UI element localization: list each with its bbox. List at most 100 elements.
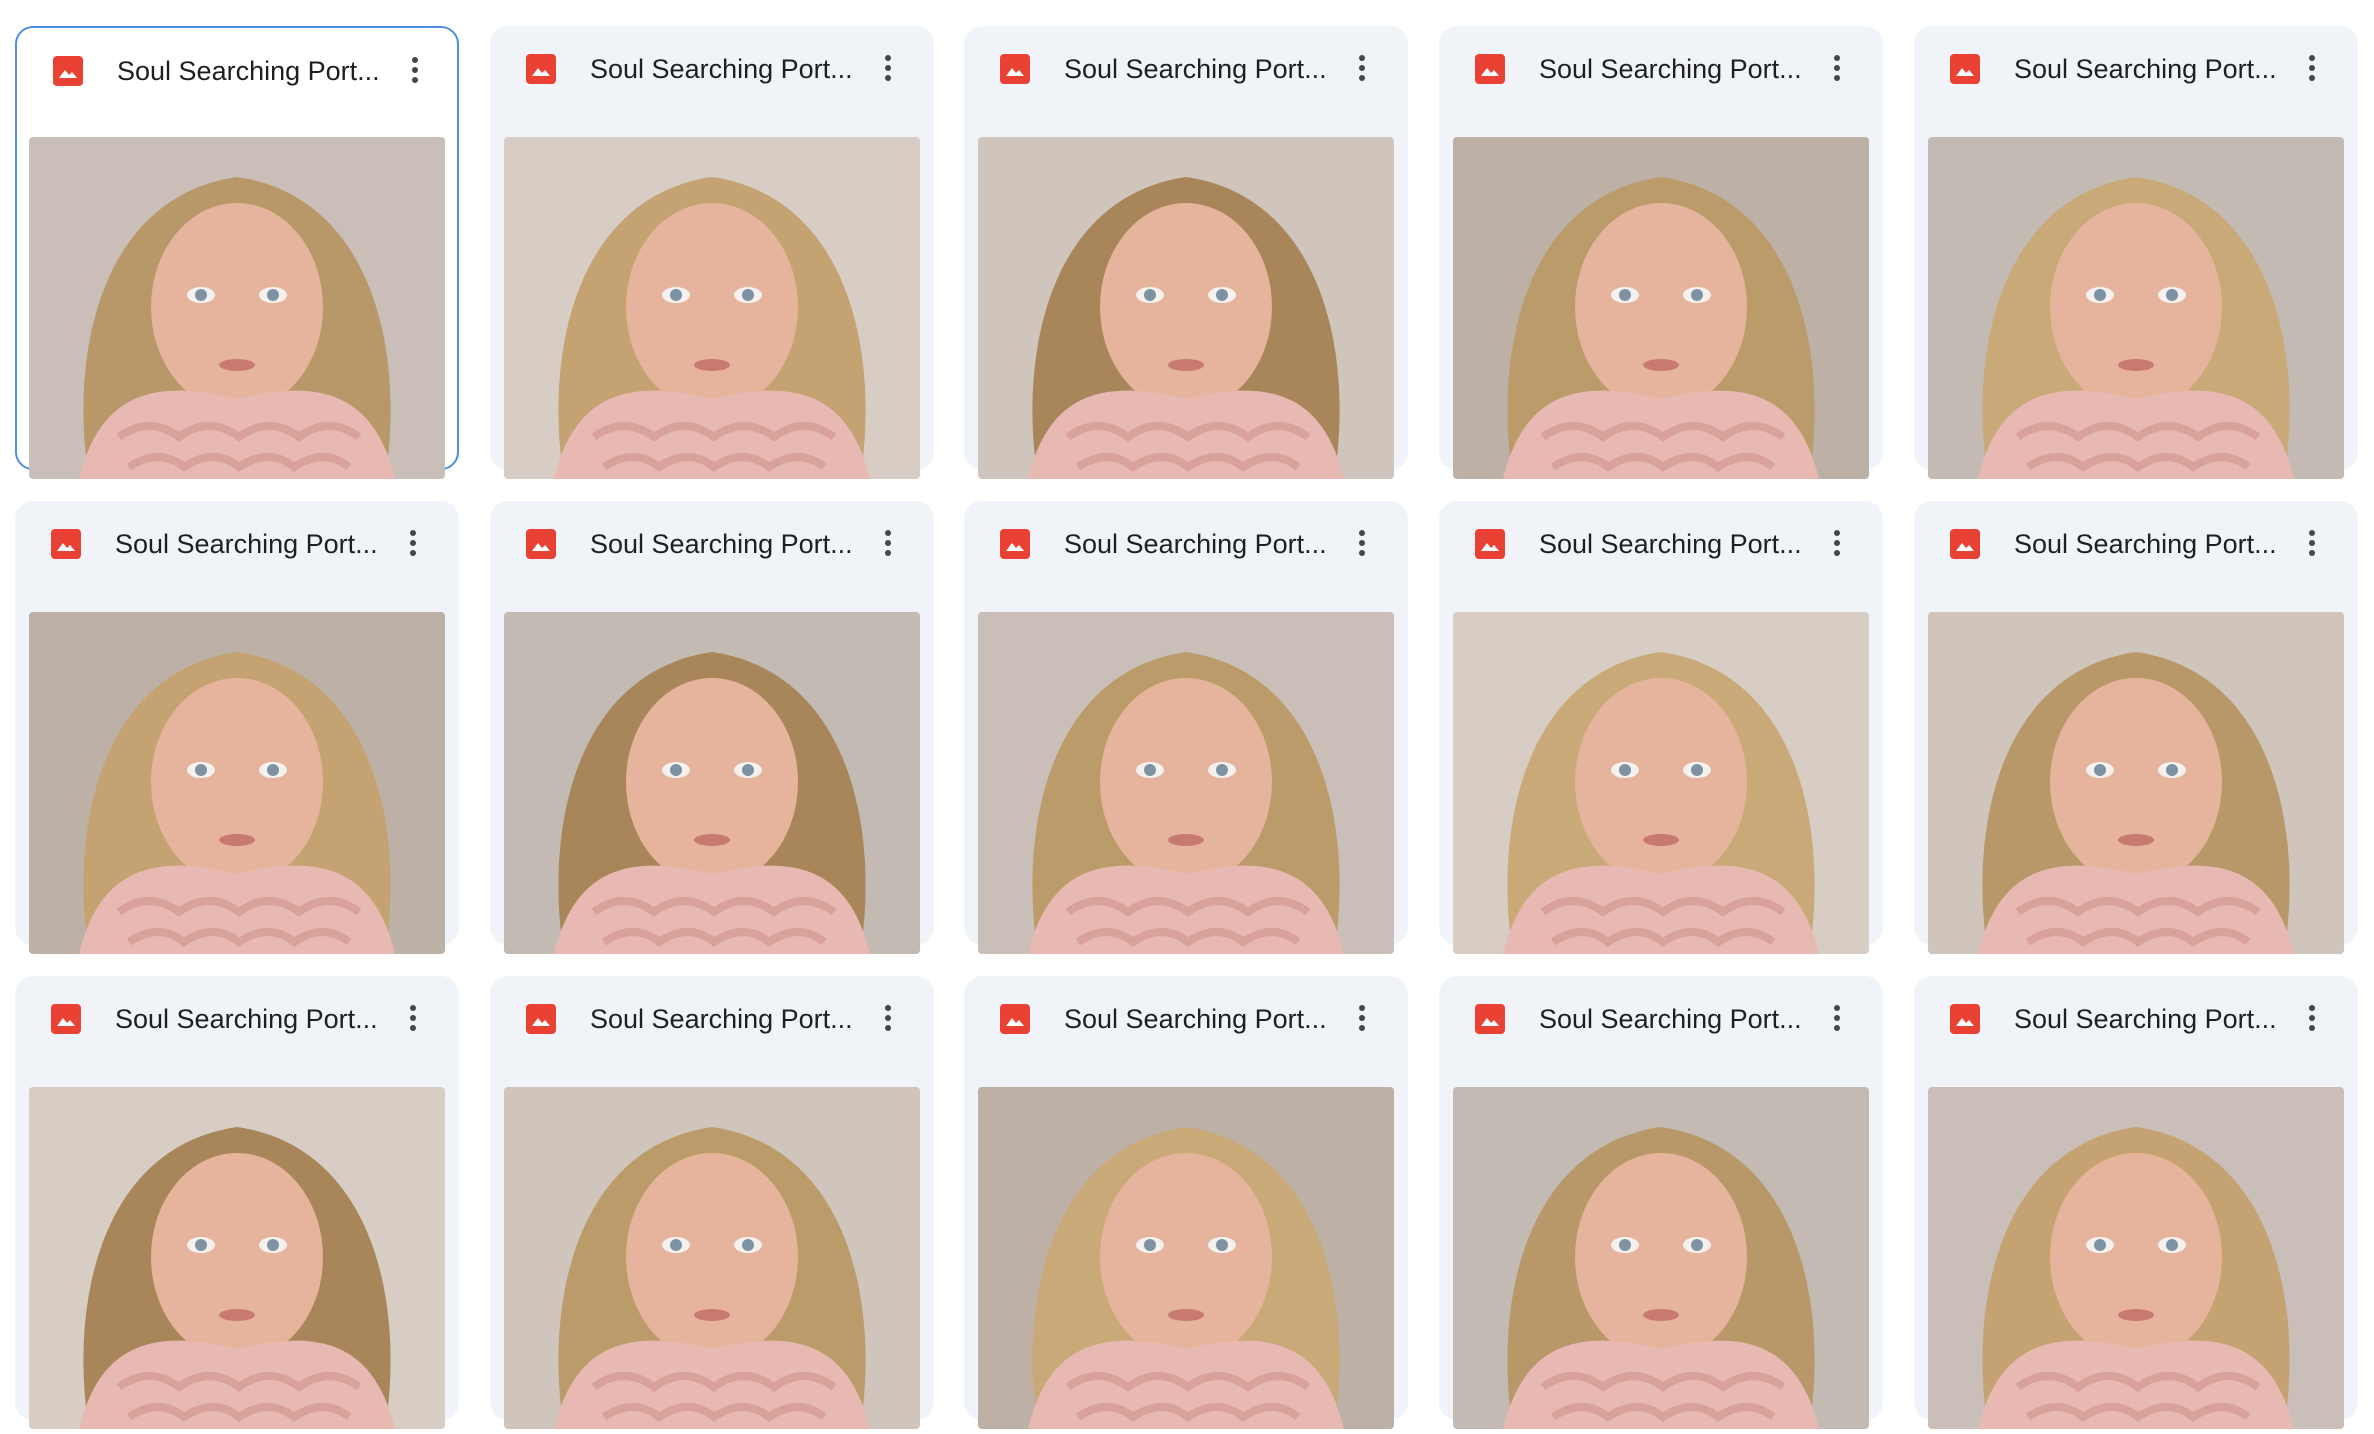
image-thumbnail[interactable] bbox=[29, 1087, 445, 1429]
image-file-icon bbox=[1950, 54, 1980, 84]
more-vert-icon-dot bbox=[1834, 540, 1840, 546]
image-thumbnail[interactable] bbox=[1453, 1087, 1869, 1429]
more-vert-icon bbox=[1359, 1005, 1365, 1011]
more-options-button[interactable] bbox=[1815, 46, 1859, 90]
file-card[interactable]: Soul Searching Port... bbox=[1439, 501, 1883, 954]
more-vert-icon-dot bbox=[1834, 550, 1840, 556]
more-vert-icon-dot bbox=[885, 65, 891, 71]
image-file-icon bbox=[53, 56, 83, 86]
more-options-button[interactable] bbox=[866, 996, 910, 1040]
more-options-button[interactable] bbox=[2290, 46, 2334, 90]
image-thumbnail[interactable] bbox=[29, 137, 445, 479]
image-thumbnail[interactable] bbox=[978, 1087, 1394, 1429]
more-options-button[interactable] bbox=[2290, 996, 2334, 1040]
image-thumbnail[interactable] bbox=[1453, 137, 1869, 479]
file-title[interactable]: Soul Searching Port... bbox=[2014, 524, 2276, 564]
more-vert-icon-dot bbox=[2309, 1015, 2315, 1021]
more-vert-icon-dot bbox=[885, 1025, 891, 1031]
image-thumbnail[interactable] bbox=[1928, 1087, 2344, 1429]
image-thumbnail[interactable] bbox=[504, 1087, 920, 1429]
image-file-icon bbox=[51, 1004, 81, 1034]
file-card[interactable]: Soul Searching Port... bbox=[964, 976, 1408, 1429]
more-vert-icon-dot bbox=[1359, 65, 1365, 71]
more-vert-icon-dot bbox=[2309, 540, 2315, 546]
more-vert-icon bbox=[1359, 55, 1365, 61]
more-options-button[interactable] bbox=[1340, 996, 1384, 1040]
file-grid: Soul Searching Port... Soul Searching Po… bbox=[0, 0, 2374, 1434]
file-title[interactable]: Soul Searching Port... bbox=[590, 524, 852, 564]
file-card[interactable]: Soul Searching Port... bbox=[1914, 26, 2358, 479]
file-card[interactable]: Soul Searching Port... bbox=[1439, 976, 1883, 1429]
more-vert-icon bbox=[2309, 530, 2315, 536]
file-card[interactable]: Soul Searching Port... bbox=[15, 501, 459, 954]
more-options-button[interactable] bbox=[2290, 521, 2334, 565]
image-file-icon bbox=[1000, 529, 1030, 559]
more-vert-icon bbox=[410, 1005, 416, 1011]
file-title[interactable]: Soul Searching Port... bbox=[1539, 524, 1801, 564]
more-options-button[interactable] bbox=[391, 996, 435, 1040]
image-thumbnail[interactable] bbox=[1928, 137, 2344, 479]
image-file-icon bbox=[1475, 54, 1505, 84]
file-card[interactable]: Soul Searching Port... bbox=[964, 501, 1408, 954]
more-vert-icon bbox=[412, 57, 418, 63]
file-card-header: Soul Searching Port... bbox=[17, 28, 461, 112]
more-options-button[interactable] bbox=[1340, 46, 1384, 90]
file-card[interactable]: Soul Searching Port... bbox=[490, 26, 934, 479]
more-vert-icon bbox=[1834, 530, 1840, 536]
file-title[interactable]: Soul Searching Port... bbox=[1064, 49, 1326, 89]
file-title[interactable]: Soul Searching Port... bbox=[590, 49, 852, 89]
more-vert-icon bbox=[1834, 55, 1840, 61]
more-options-button[interactable] bbox=[391, 521, 435, 565]
file-title[interactable]: Soul Searching Port... bbox=[2014, 49, 2276, 89]
file-title[interactable]: Soul Searching Port... bbox=[115, 524, 377, 564]
more-vert-icon-dot bbox=[1359, 540, 1365, 546]
image-thumbnail[interactable] bbox=[1453, 612, 1869, 954]
more-vert-icon bbox=[1834, 1005, 1840, 1011]
file-card[interactable]: Soul Searching Port... bbox=[1914, 501, 2358, 954]
file-card[interactable]: Soul Searching Port... bbox=[1914, 976, 2358, 1429]
more-vert-icon-dot bbox=[1834, 1015, 1840, 1021]
file-title[interactable]: Soul Searching Port... bbox=[2014, 999, 2276, 1039]
image-thumbnail[interactable] bbox=[978, 612, 1394, 954]
image-thumbnail[interactable] bbox=[29, 612, 445, 954]
more-options-button[interactable] bbox=[866, 46, 910, 90]
image-file-icon bbox=[526, 1004, 556, 1034]
more-vert-icon-dot bbox=[1834, 1025, 1840, 1031]
more-vert-icon-dot bbox=[885, 1015, 891, 1021]
image-file-icon bbox=[1000, 54, 1030, 84]
more-options-button[interactable] bbox=[393, 48, 437, 92]
file-title[interactable]: Soul Searching Port... bbox=[115, 999, 377, 1039]
file-title[interactable]: Soul Searching Port... bbox=[1539, 49, 1801, 89]
more-options-button[interactable] bbox=[1815, 521, 1859, 565]
more-options-button[interactable] bbox=[1340, 521, 1384, 565]
image-thumbnail[interactable] bbox=[1928, 612, 2344, 954]
more-vert-icon bbox=[885, 55, 891, 61]
file-card-header: Soul Searching Port... bbox=[1914, 26, 2358, 110]
file-card[interactable]: Soul Searching Port... bbox=[964, 26, 1408, 479]
file-title[interactable]: Soul Searching Port... bbox=[1064, 524, 1326, 564]
file-title[interactable]: Soul Searching Port... bbox=[1539, 999, 1801, 1039]
image-thumbnail[interactable] bbox=[504, 612, 920, 954]
file-card[interactable]: Soul Searching Port... bbox=[1439, 26, 1883, 479]
file-card[interactable]: Soul Searching Port... bbox=[490, 976, 934, 1429]
more-vert-icon-dot bbox=[410, 1015, 416, 1021]
more-vert-icon-dot bbox=[1359, 75, 1365, 81]
image-thumbnail[interactable] bbox=[504, 137, 920, 479]
more-vert-icon-dot bbox=[2309, 550, 2315, 556]
more-vert-icon bbox=[885, 1005, 891, 1011]
file-title[interactable]: Soul Searching Port... bbox=[1064, 999, 1326, 1039]
file-card-header: Soul Searching Port... bbox=[1439, 976, 1883, 1060]
file-card[interactable]: Soul Searching Port... bbox=[15, 26, 461, 479]
more-vert-icon bbox=[2309, 1005, 2315, 1011]
more-vert-icon-dot bbox=[410, 540, 416, 546]
more-options-button[interactable] bbox=[866, 521, 910, 565]
file-card[interactable]: Soul Searching Port... bbox=[490, 501, 934, 954]
more-vert-icon bbox=[885, 530, 891, 536]
file-title[interactable]: Soul Searching Port... bbox=[117, 51, 379, 91]
file-card[interactable]: Soul Searching Port... bbox=[15, 976, 459, 1429]
more-options-button[interactable] bbox=[1815, 996, 1859, 1040]
image-thumbnail[interactable] bbox=[978, 137, 1394, 479]
more-vert-icon-dot bbox=[410, 1025, 416, 1031]
file-title[interactable]: Soul Searching Port... bbox=[590, 999, 852, 1039]
more-vert-icon-dot bbox=[2309, 1025, 2315, 1031]
